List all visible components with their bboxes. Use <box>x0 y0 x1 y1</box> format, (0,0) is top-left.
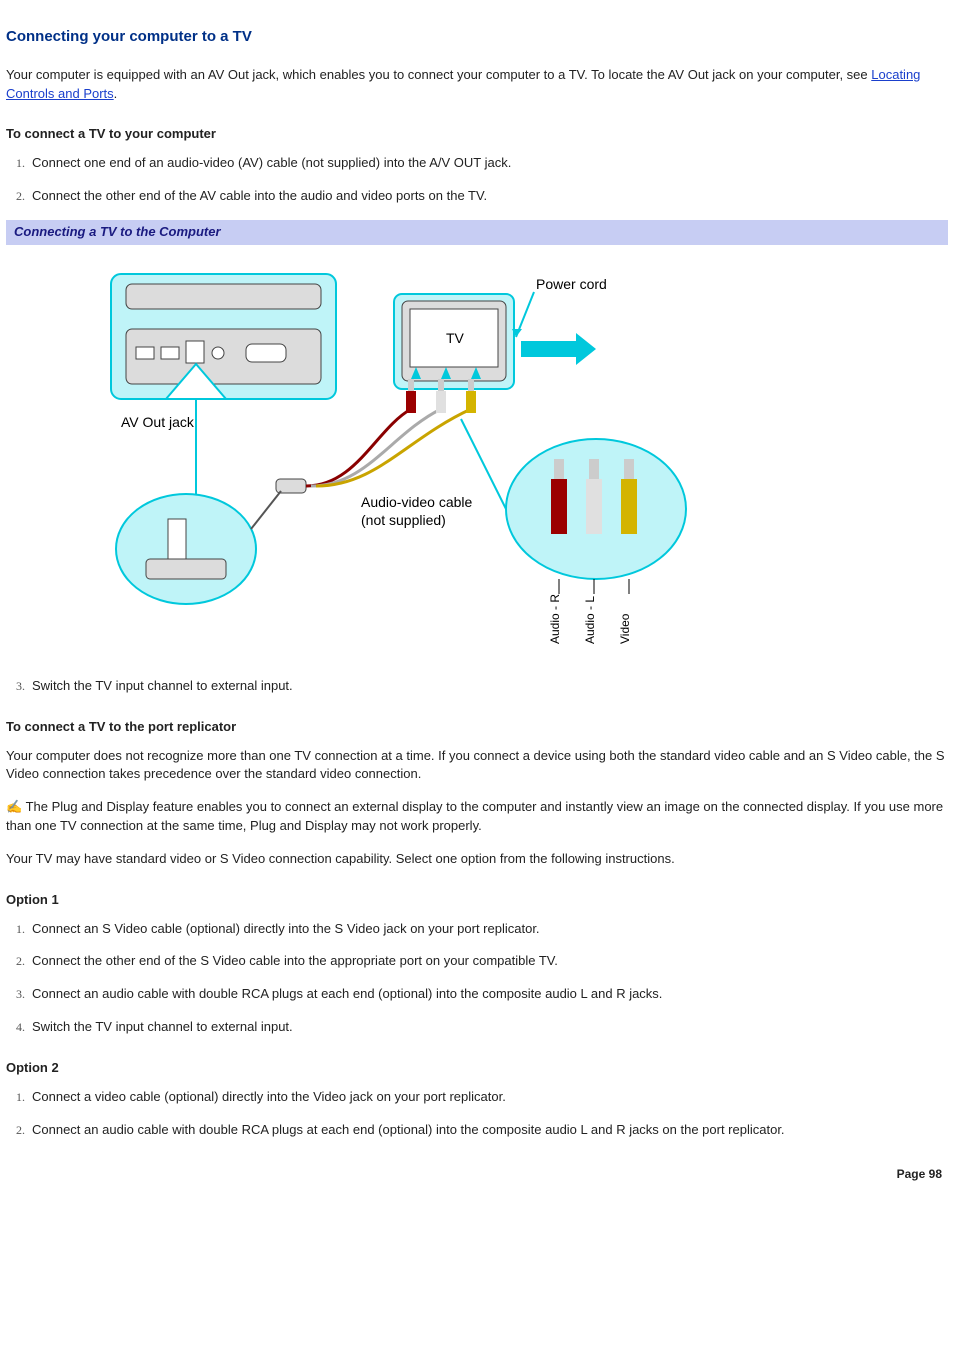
section1-steps-after: Switch the TV input channel to external … <box>28 677 948 696</box>
note-icon: ✍ <box>6 799 22 814</box>
av-cable-label-1: Audio-video cable <box>361 494 473 510</box>
option2-steps: Connect a video cable (optional) directl… <box>28 1088 948 1140</box>
section2-note-text: The Plug and Display feature enables you… <box>6 799 943 833</box>
intro-paragraph: Your computer is equipped with an AV Out… <box>6 66 948 104</box>
list-item: Switch the TV input channel to external … <box>28 677 948 696</box>
list-item: Connect the other end of the S Video cab… <box>28 952 948 971</box>
section2-note: ✍ The Plug and Display feature enables y… <box>6 798 948 836</box>
audio-l-label: Audio - L <box>583 595 597 643</box>
section1-steps-list: Connect one end of an audio-video (AV) c… <box>28 154 948 206</box>
option2-heading: Option 2 <box>6 1059 948 1078</box>
option1-heading: Option 1 <box>6 891 948 910</box>
list-item: Connect an audio cable with double RCA p… <box>28 1121 948 1140</box>
audio-r-label: Audio - R <box>548 593 562 643</box>
list-item: Connect a video cable (optional) directl… <box>28 1088 948 1107</box>
figure-title-bar: Connecting a TV to the Computer <box>6 220 948 245</box>
section1-heading: To connect a TV to your computer <box>6 125 948 144</box>
page-title: Connecting your computer to a TV <box>6 26 948 48</box>
list-item: Connect one end of an audio-video (AV) c… <box>28 154 948 173</box>
intro-text-pre: Your computer is equipped with an AV Out… <box>6 67 871 82</box>
section2-para1: Your computer does not recognize more th… <box>6 747 948 785</box>
av-out-label: AV Out jack <box>121 414 195 430</box>
av-cable-label-2: (not supplied) <box>361 512 446 528</box>
page-number: Page 98 <box>897 1166 942 1183</box>
section2-para2: Your TV may have standard video or S Vid… <box>6 850 948 869</box>
list-item: Switch the TV input channel to external … <box>28 1018 948 1037</box>
list-item: Connect an audio cable with double RCA p… <box>28 985 948 1004</box>
option1-steps: Connect an S Video cable (optional) dire… <box>28 920 948 1037</box>
list-item: Connect the other end of the AV cable in… <box>28 187 948 206</box>
section2-heading: To connect a TV to the port replicator <box>6 718 948 737</box>
tv-label: TV <box>446 330 465 346</box>
intro-text-post: . <box>114 86 118 101</box>
power-cord-label: Power cord <box>536 276 607 292</box>
list-item: Connect an S Video cable (optional) dire… <box>28 920 948 939</box>
connection-diagram: AV Out jack TV Power cord <box>106 259 746 659</box>
video-label: Video <box>618 613 632 644</box>
